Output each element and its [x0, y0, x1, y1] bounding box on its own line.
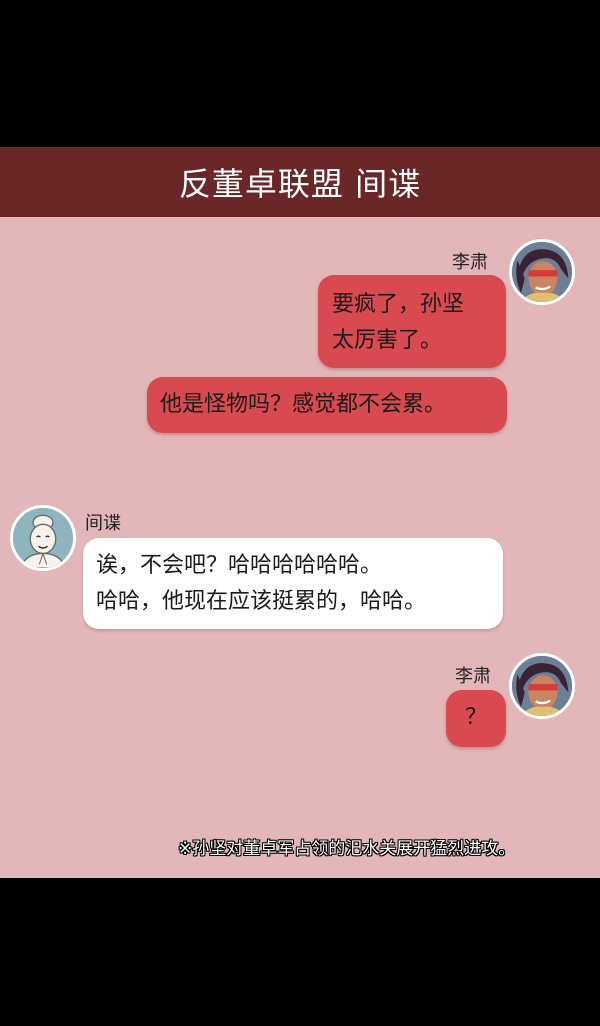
- chat-header: 反董卓联盟 间谍: [0, 147, 600, 217]
- sender-name: 间谍: [85, 513, 121, 534]
- lisu-avatar[interactable]: [509, 653, 575, 719]
- message-bubble: 诶，不会吧？哈哈哈哈哈哈。 哈哈，他现在应该挺累的，哈哈。: [83, 538, 503, 629]
- message-bubble: 要疯了，孙坚 太厉害了。: [318, 275, 506, 368]
- lisu-portrait-icon: [512, 242, 572, 302]
- chat-title: 反董卓联盟 间谍: [178, 165, 422, 203]
- sender-name: 李肃: [452, 252, 488, 273]
- spy-avatar[interactable]: [10, 505, 76, 571]
- spy-portrait-icon: [13, 508, 73, 568]
- message-line: 要疯了，孙坚: [332, 292, 465, 317]
- message-bubble: 他是怪物吗？感觉都不会累。: [147, 377, 507, 433]
- footnote: ※孙坚对董卓军占领的汜水关展开猛烈进攻。: [178, 839, 516, 859]
- message-line: 诶，不会吧？哈哈哈哈哈哈。: [96, 553, 383, 578]
- message-line: 哈哈，他现在应该挺累的，哈哈。: [96, 589, 427, 614]
- lisu-portrait-icon: [512, 656, 572, 716]
- message-line: 太厉害了。: [332, 328, 443, 353]
- sender-name: 李肃: [455, 666, 491, 687]
- message-line: 他是怪物吗？感觉都不会累。: [160, 392, 447, 417]
- message-bubble: ？: [446, 690, 506, 747]
- message-line: ？: [464, 705, 487, 730]
- lisu-avatar[interactable]: [509, 239, 575, 305]
